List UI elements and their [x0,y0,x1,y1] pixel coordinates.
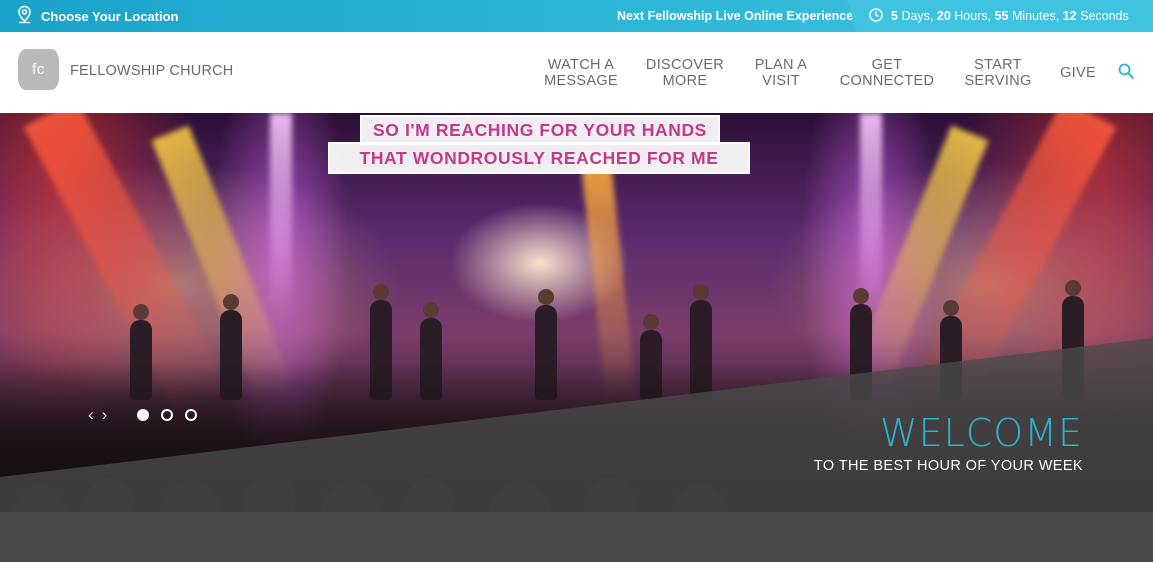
logo-mark[interactable]: fc [18,49,59,90]
nav-label-line2: CONNECTED [839,73,935,89]
search-icon[interactable] [1117,62,1135,80]
countdown-days-unit: Days, [901,9,934,23]
nav-watch-a-message[interactable]: WATCH A MESSAGE [538,56,624,90]
nav-label-line2: MORE [662,73,708,89]
countdown-hours-value: 20 [936,9,951,23]
slider-dot-1[interactable] [137,409,149,421]
slider-next-arrow[interactable]: › [102,406,108,423]
choose-location-link[interactable]: Choose Your Location [16,0,178,32]
nav-give[interactable]: GIVE [1055,56,1101,90]
countdown-minutes-unit: Minutes, [1011,9,1060,23]
slider-dot-3[interactable] [185,409,197,421]
logo-text[interactable]: FELLOWSHIP CHURCH [70,63,233,79]
next-experience-link[interactable]: Next Fellowship Live Online Experience [608,0,862,32]
nav-start-serving[interactable]: START SERVING [958,56,1038,90]
top-bar: Choose Your Location Next Fellowship Liv… [0,0,1153,32]
countdown-days-value: 5 [891,9,898,23]
nav-label-line2: MESSAGE [544,73,618,89]
map-pin-icon [16,5,33,27]
clock-icon [869,7,891,25]
section-below-hero [0,512,1153,562]
hero-subtitle: TO THE BEST HOUR OF YOUR WEEK [813,458,1083,474]
slider-dots [137,409,197,421]
nav-plan-a-visit[interactable]: PLAN A VISIT [748,56,814,90]
countdown-hours-unit: Hours, [954,9,992,23]
slider-dot-2[interactable] [161,409,173,421]
nav-label-line1: PLAN A [754,57,808,73]
nav-get-connected[interactable]: GET CONNECTED [834,56,940,90]
nav-discover-more[interactable]: DISCOVER MORE [642,56,728,90]
choose-location-label: Choose Your Location [41,8,179,24]
hero-slider: SO I'M REACHING FOR YOUR HANDS THAT WOND… [0,113,1153,512]
countdown-seconds-value: 12 [1062,9,1077,23]
hero-title: WELCOME [880,411,1083,455]
slider-prev-arrow[interactable]: ‹ [88,406,94,423]
countdown-timer: 5 Days, 20 Hours, 55 Minutes, 12 Seconds [847,0,1153,32]
nav-label-line1: DISCOVER [645,57,725,73]
site-header: fc FELLOWSHIP CHURCH WATCH A MESSAGE DISC… [0,32,1153,113]
nav-label-line1: START [974,57,1022,73]
slider-arrows: ‹ › [88,406,108,423]
nav-label-line2: SERVING [964,73,1032,89]
countdown-minutes-value: 55 [994,9,1009,23]
nav-label-line2: VISIT [762,73,800,89]
countdown-seconds-unit: Seconds [1080,9,1129,23]
nav-label-line1: WATCH A [547,57,615,73]
nav-label-line1: GET [871,57,903,73]
nav-label-line1: GIVE [1060,65,1096,81]
